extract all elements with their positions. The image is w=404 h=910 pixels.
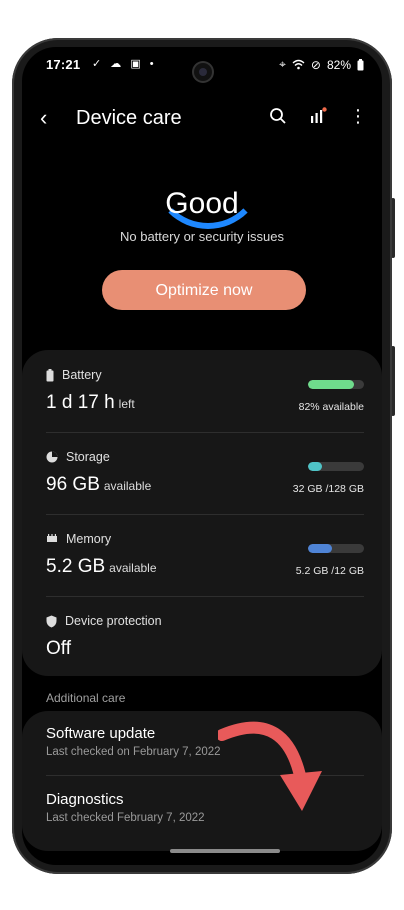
memory-bar-fill (308, 544, 333, 553)
protection-value: Off (46, 638, 71, 659)
storage-value: 96 GB (46, 474, 100, 495)
memory-value: 5.2 GB (46, 556, 106, 577)
status-subtitle: No battery or security issues (119, 229, 284, 244)
divider (46, 596, 364, 597)
storage-row[interactable]: Storage 96 GB available 32 GB /128 GB (46, 450, 364, 510)
battery-unit: left (118, 397, 135, 411)
battery-bar (308, 380, 364, 389)
protection-label-row: Device protection (46, 614, 364, 628)
storage-label: Storage (66, 450, 110, 464)
memory-bar (308, 544, 364, 553)
storage-pie-icon (46, 451, 58, 463)
device-care-card: Battery 1 d 17 h left 82% available Stora… (22, 350, 382, 676)
battery-caption: 82% available (298, 401, 364, 413)
additional-care-label: Additional care (46, 691, 126, 705)
location-icon: ⌖ (279, 57, 286, 71)
page-title: Device care (76, 107, 182, 129)
battery-icon (357, 58, 364, 70)
back-arrow-icon[interactable]: ‹ (40, 105, 47, 131)
device-status: Good (165, 187, 239, 220)
stats-icon[interactable] (308, 105, 328, 127)
shield-icon (46, 615, 57, 627)
storage-caption: 32 GB /128 GB (292, 483, 364, 495)
status-right: ⌖ ⊘ 82% (279, 57, 364, 72)
status-bar: 17:21 ✓ ☁ ▣ • ⌖ ⊘ 82% (22, 57, 382, 81)
search-icon[interactable] (268, 105, 288, 127)
wifi-icon (292, 59, 305, 70)
battery-row[interactable]: Battery 1 d 17 h left 82% available (46, 368, 364, 428)
screen: 17:21 ✓ ☁ ▣ • ⌖ ⊘ 82% ‹ Device care ⋮ Go… (22, 47, 382, 865)
clock: 17:21 (46, 57, 81, 72)
battery-bar-fill (308, 380, 354, 389)
storage-bar-fill (308, 462, 322, 471)
memory-label: Memory (66, 532, 112, 546)
more-options-icon[interactable]: ⋮ (348, 105, 368, 127)
optimize-now-button[interactable]: Optimize now (102, 270, 306, 310)
notification-icons: ✓ ☁ ▣ • (92, 58, 157, 70)
dnd-icon: ⊘ (310, 57, 321, 72)
battery-label: Battery (62, 368, 102, 382)
battery-icon (46, 368, 54, 381)
memory-chip-icon (47, 534, 57, 542)
protection-label: Device protection (65, 614, 162, 628)
device-protection-row[interactable]: Device protection Off (46, 614, 364, 670)
battery-value: 1 d 17 h (46, 392, 115, 413)
memory-row[interactable]: Memory 5.2 GB available 5.2 GB /12 GB (46, 532, 364, 592)
divider (46, 432, 364, 433)
storage-bar (308, 462, 364, 471)
battery-percent: 82% (326, 57, 351, 72)
divider (46, 514, 364, 515)
home-indicator[interactable] (170, 849, 280, 853)
memory-unit: available (109, 561, 157, 575)
storage-unit: available (103, 479, 152, 493)
red-arrow-annotation (218, 721, 322, 811)
front-camera (194, 63, 212, 81)
memory-caption: 5.2 GB /12 GB (295, 565, 364, 577)
app-bar-actions: ⋮ (268, 105, 368, 127)
